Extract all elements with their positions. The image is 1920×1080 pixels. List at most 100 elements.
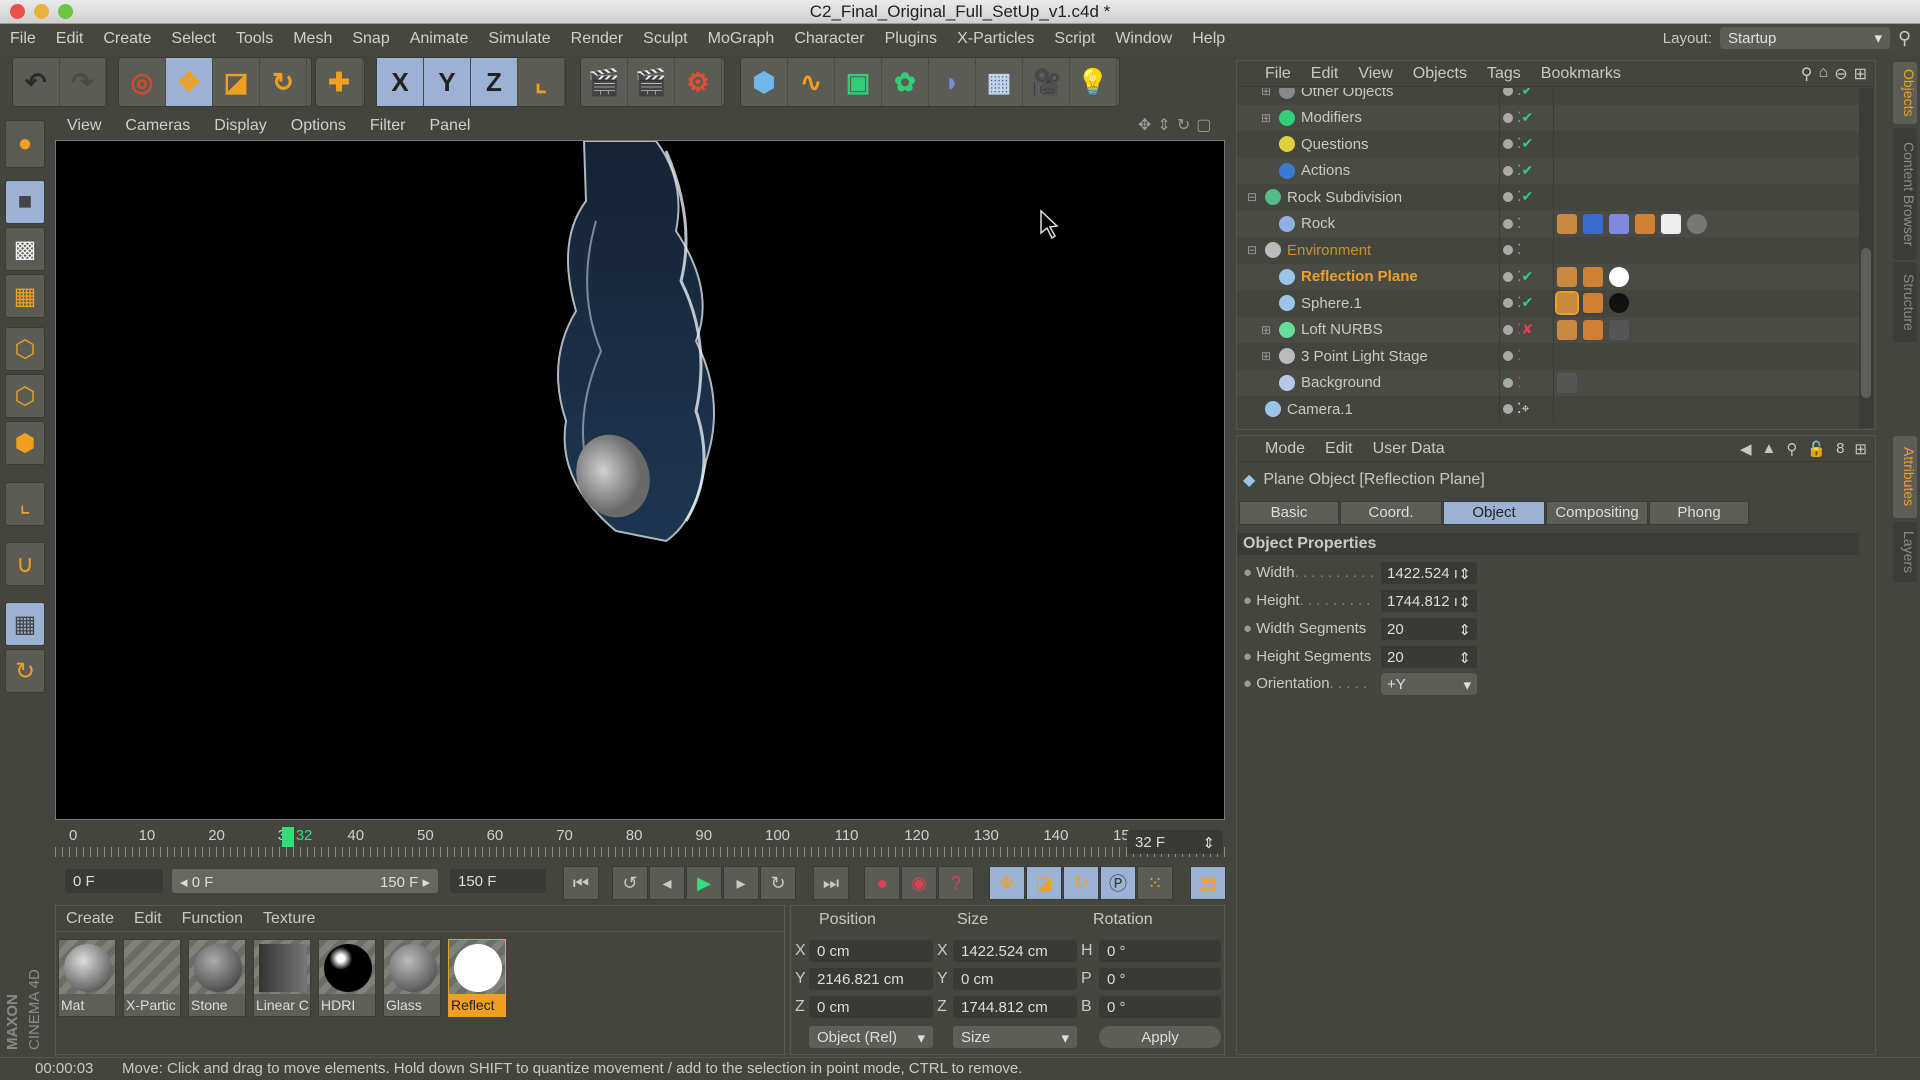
cube-icon[interactable]: ⬢ bbox=[741, 58, 788, 106]
object-name[interactable]: Reflection Plane bbox=[1301, 268, 1418, 285]
height-field[interactable]: 1744.812 ı ⇕ bbox=[1381, 590, 1477, 612]
layer-dot-icon[interactable] bbox=[1503, 351, 1513, 361]
side-tab-objects[interactable]: Objects bbox=[1893, 62, 1917, 124]
nurbs-icon[interactable]: ▣ bbox=[835, 58, 882, 106]
layer-dot-icon[interactable] bbox=[1503, 271, 1513, 282]
material-swatch[interactable]: HDRI bbox=[318, 939, 376, 1017]
size-z-field[interactable]: 1744.812 cm bbox=[953, 996, 1077, 1018]
texture-mode-icon[interactable]: ▩ bbox=[5, 227, 45, 271]
object-tag-icon[interactable] bbox=[1583, 293, 1603, 313]
object-row[interactable]: ⊞ 3 Point Light Stage ⁚ bbox=[1237, 343, 1859, 369]
material-menu-create[interactable]: Create bbox=[56, 910, 124, 928]
object-name[interactable]: 3 Point Light Stage bbox=[1301, 348, 1428, 365]
make-editable-icon[interactable]: ● bbox=[5, 120, 45, 168]
menu-sculpt[interactable]: Sculpt bbox=[633, 30, 697, 48]
object-scrollbar[interactable] bbox=[1859, 88, 1873, 428]
material-swatch[interactable]: X-Partic bbox=[123, 939, 181, 1017]
menu-snap[interactable]: Snap bbox=[342, 30, 399, 48]
object-name[interactable]: Actions bbox=[1301, 162, 1350, 179]
menu-mesh[interactable]: Mesh bbox=[283, 30, 342, 48]
enabled-check-icon[interactable]: ⁚✔ bbox=[1517, 135, 1533, 152]
object-tag-icon[interactable] bbox=[1609, 293, 1629, 313]
link-icon[interactable]: ⊖ bbox=[1834, 64, 1847, 84]
menu-plugins[interactable]: Plugins bbox=[875, 30, 947, 48]
material-swatch[interactable]: Mat bbox=[58, 939, 116, 1017]
hidden-dots-icon[interactable]: ⁚ bbox=[1517, 347, 1521, 364]
current-frame-field[interactable]: 32 F ⇕ bbox=[1127, 830, 1223, 854]
object-tag-icon[interactable] bbox=[1557, 266, 1577, 287]
object-name[interactable]: Loft NURBS bbox=[1301, 321, 1383, 338]
object-row[interactable]: Sphere.1 ⁚✔ bbox=[1237, 290, 1859, 316]
previous-key-icon[interactable]: ↺ bbox=[612, 866, 648, 900]
new-panel-icon[interactable]: ⊞ bbox=[1854, 440, 1867, 458]
menu-create[interactable]: Create bbox=[93, 30, 161, 48]
object-row[interactable]: ⊟ Environment ⁚ bbox=[1237, 237, 1859, 263]
side-tab-structure[interactable]: Structure bbox=[1893, 262, 1917, 342]
expand-toggle-icon[interactable]: ⊞ bbox=[1261, 323, 1273, 337]
coordinate-system-icon[interactable]: ⌞ bbox=[518, 58, 565, 106]
object-name[interactable]: Modifiers bbox=[1301, 109, 1362, 126]
attr-menu-edit[interactable]: Edit bbox=[1315, 440, 1363, 458]
object-tag-icon[interactable] bbox=[1609, 213, 1629, 234]
object-name[interactable]: Questions bbox=[1301, 136, 1369, 153]
keyframe-selection-icon[interactable]: ? bbox=[938, 866, 974, 900]
object-row[interactable]: ⊞ Modifiers ⁚✔ bbox=[1237, 104, 1859, 131]
start-frame-field[interactable]: 0 F bbox=[65, 869, 163, 893]
dolly-icon[interactable]: ⇕ bbox=[1157, 115, 1170, 135]
object-row[interactable]: Background ⁚ bbox=[1237, 369, 1859, 396]
object-tag-icon[interactable] bbox=[1555, 291, 1579, 315]
workplane-lock-icon[interactable]: ▦ bbox=[5, 602, 45, 646]
workplane-rotate-icon[interactable]: ↻ bbox=[5, 649, 45, 693]
polygons-mode-icon[interactable]: ⬢ bbox=[5, 421, 45, 465]
side-tab-attributes[interactable]: Attributes bbox=[1893, 436, 1917, 518]
3d-viewport[interactable] bbox=[55, 140, 1225, 820]
key-scale-icon[interactable]: ◪ bbox=[1026, 866, 1062, 900]
auto-keying-icon[interactable]: ◉ bbox=[901, 866, 937, 900]
tab-object[interactable]: Object bbox=[1443, 501, 1545, 525]
objects-menu-file[interactable]: File bbox=[1255, 65, 1301, 83]
object-row[interactable]: Questions ⁚✔ bbox=[1237, 131, 1859, 157]
frame-range-slider[interactable]: ◂ 0 F 150 F ▸ bbox=[172, 869, 438, 893]
expand-toggle-icon[interactable]: ⊞ bbox=[1261, 111, 1273, 125]
camera-target-icon[interactable]: ⁚⌖ bbox=[1517, 400, 1529, 417]
key-parameter-icon[interactable]: Ⓟ bbox=[1100, 866, 1136, 900]
material-swatch[interactable]: Glass bbox=[383, 939, 441, 1017]
pos-y-field[interactable]: 2146.821 cm bbox=[809, 968, 933, 990]
material-swatch[interactable]: Linear C bbox=[253, 939, 311, 1017]
up-arrow-icon[interactable]: ▲ bbox=[1762, 440, 1777, 458]
edges-mode-icon[interactable]: ⬡ bbox=[5, 374, 45, 418]
menu-file[interactable]: File bbox=[0, 30, 46, 48]
playhead[interactable] bbox=[281, 827, 294, 847]
width-segments-field[interactable]: 20 ⇕ bbox=[1381, 618, 1477, 640]
menu-render[interactable]: Render bbox=[561, 30, 633, 48]
tab-phong[interactable]: Phong bbox=[1649, 501, 1749, 525]
material-swatch-selected[interactable]: Reflect bbox=[448, 939, 506, 1017]
pos-z-field[interactable]: 0 cm bbox=[809, 996, 933, 1018]
enabled-check-icon[interactable]: ⁚✔ bbox=[1517, 109, 1533, 126]
expand-toggle-icon[interactable]: ⊞ bbox=[1261, 88, 1273, 98]
animation-dot-icon[interactable]: ● bbox=[1243, 620, 1252, 637]
timeline-ruler[interactable]: 0102030405060708090100110120130140150 32 bbox=[55, 825, 1225, 860]
layer-dot-icon[interactable] bbox=[1503, 377, 1513, 388]
layout-dropdown[interactable]: Startup ▾ bbox=[1720, 27, 1890, 49]
light-icon[interactable]: 💡 bbox=[1070, 58, 1117, 106]
object-tag-icon[interactable] bbox=[1557, 319, 1577, 340]
go-to-start-icon[interactable]: ⏮ bbox=[563, 866, 599, 900]
play-icon[interactable]: ▶ bbox=[686, 866, 722, 900]
object-row[interactable]: ⊞ Other Objects ⁚✔ bbox=[1237, 88, 1859, 104]
layer-dot-icon[interactable] bbox=[1503, 112, 1513, 123]
side-tab-layers[interactable]: Layers bbox=[1893, 522, 1917, 582]
menu-tools[interactable]: Tools bbox=[226, 30, 283, 48]
render-picture-viewer-icon[interactable]: 🎬 bbox=[628, 58, 675, 106]
rot-h-field[interactable]: 0 ° bbox=[1099, 940, 1221, 962]
previous-frame-icon[interactable]: ◂ bbox=[649, 866, 685, 900]
coordinate-mode-dropdown[interactable]: Object (Rel) ▾ bbox=[809, 1026, 933, 1048]
object-name[interactable]: Other Objects bbox=[1301, 88, 1394, 100]
width-field[interactable]: 1422.524 ı ⇕ bbox=[1381, 562, 1477, 584]
rot-b-field[interactable]: 0 ° bbox=[1099, 996, 1221, 1018]
objects-menu-bookmarks[interactable]: Bookmarks bbox=[1531, 65, 1631, 83]
array-icon[interactable]: ✿ bbox=[882, 58, 929, 106]
objects-menu-view[interactable]: View bbox=[1348, 65, 1402, 83]
lock-icon[interactable]: 🔓 bbox=[1807, 440, 1826, 458]
expand-toggle-icon[interactable]: ⊟ bbox=[1247, 243, 1259, 257]
